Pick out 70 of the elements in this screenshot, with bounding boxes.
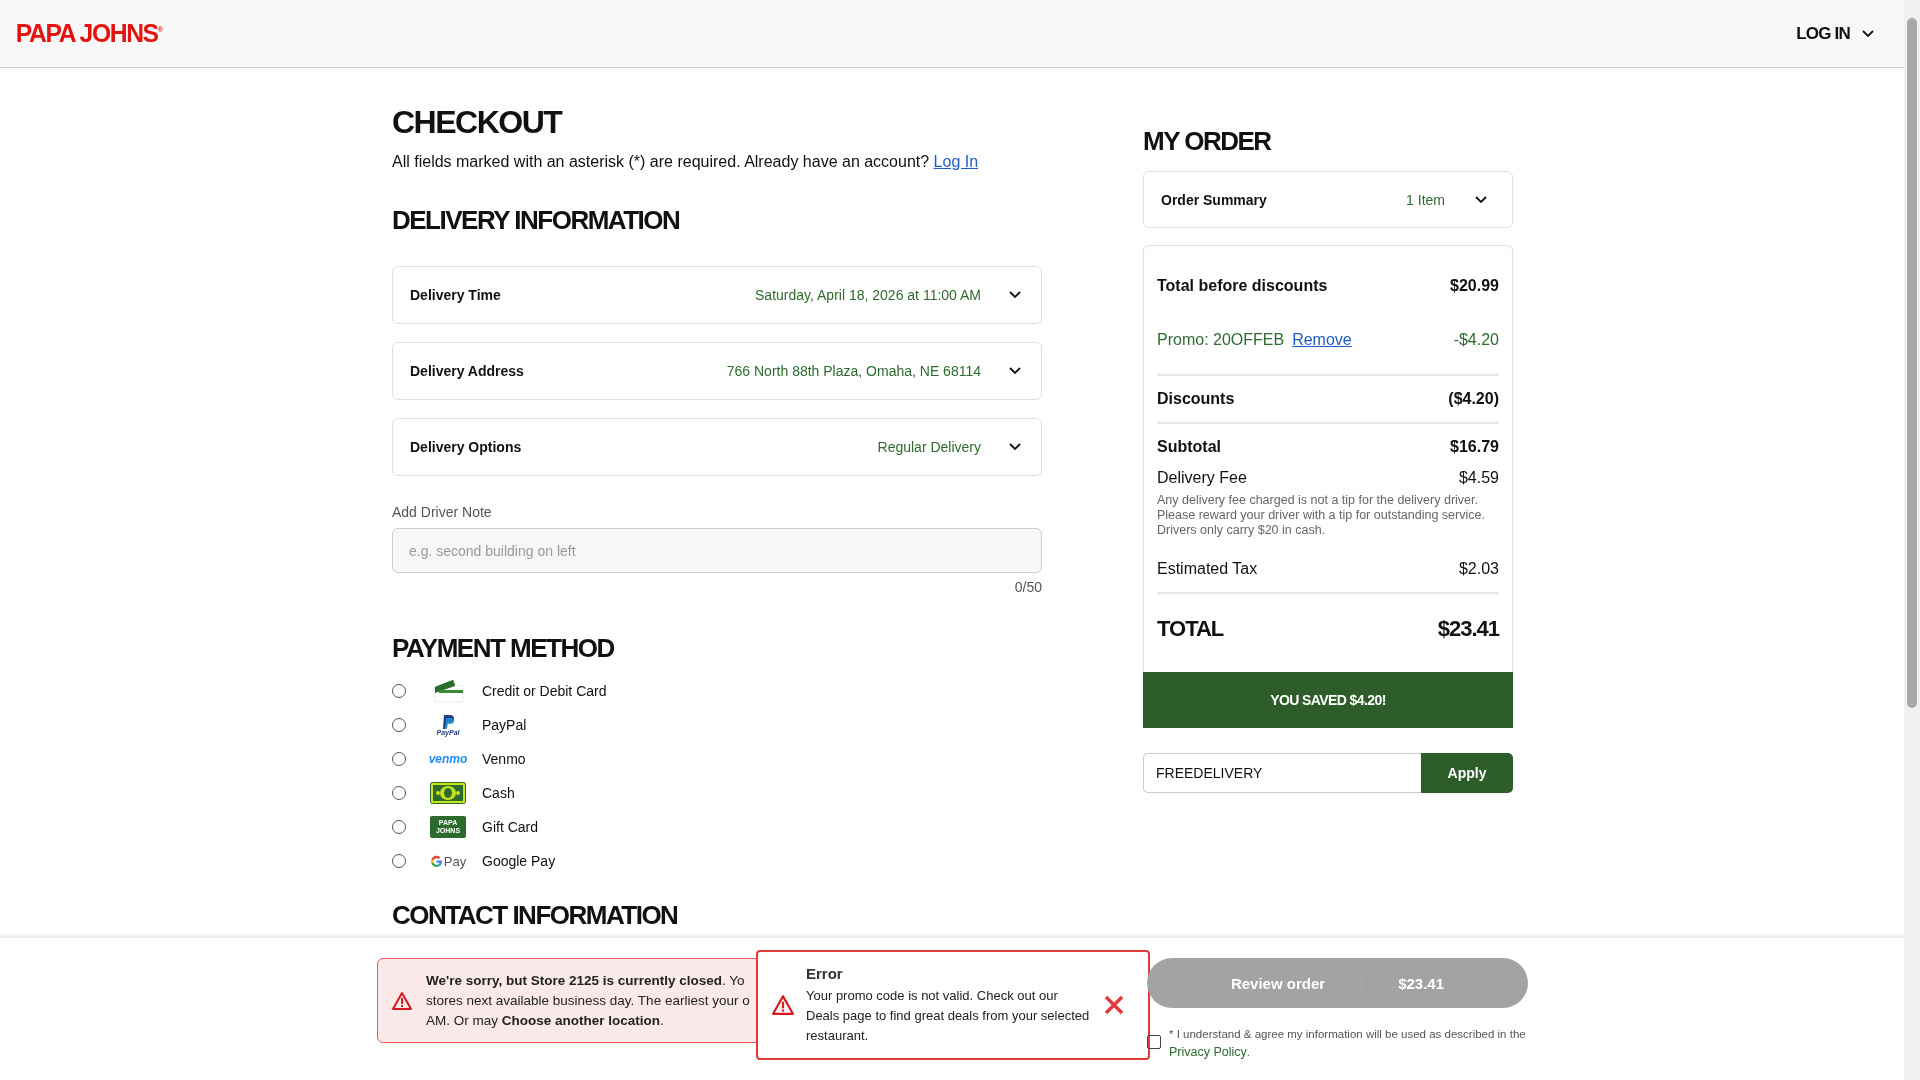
chevron-down-icon [1862, 29, 1874, 38]
payment-option-label: Google Pay [482, 853, 556, 869]
google-pay-logo: Pay [429, 853, 467, 869]
row-label: Order Summary [1161, 191, 1268, 208]
row-value: Regular Delivery [877, 439, 981, 455]
logo[interactable]: PAPA JOHNS$^{®}$ [15, 18, 162, 49]
login-button[interactable]: LOG IN [1796, 23, 1874, 44]
chevron-down-icon [1009, 367, 1021, 375]
line-label: Discounts [1157, 390, 1236, 408]
consent-text: * I understand & agree my information will be used as described in the Privacy Policy. [1169, 1027, 1527, 1061]
chevron-down-icon [1009, 443, 1021, 451]
payment-option-label: Credit or Debit Card [482, 683, 607, 699]
section-heading: CONTACT INFORMATION [392, 900, 679, 931]
line-label: TOTAL [1157, 616, 1225, 642]
login-link[interactable]: Log In [933, 153, 979, 170]
driver-note-field[interactable]: e.g. second building on left [392, 528, 1042, 573]
consent-checkbox[interactable] [1147, 1035, 1161, 1049]
order-summary-row[interactable]: Order Summary 1 Item [1143, 171, 1513, 228]
section-heading: PAYMENT METHOD [392, 633, 615, 664]
remove-link[interactable]: Remove [1292, 331, 1454, 349]
close-icon[interactable] [1104, 995, 1124, 1015]
field-label: Add Driver Note [392, 504, 493, 520]
delivery-row[interactable]: Delivery Time Saturday, April 18, 2026 at 11:00 AM [392, 266, 1042, 324]
alert-message: We're sorry, but Store 2125 is currently closed. Yo stores next available business day. The earliest your o AM. Or may Choose another location. [426, 971, 750, 1030]
page-title: CHECKOUT [392, 104, 563, 141]
promo-code-field[interactable]: FREEDELIVERY [1143, 753, 1421, 793]
privacy-policy-link[interactable]: Privacy Policy [1169, 1045, 1247, 1059]
section-heading: MY ORDER [1143, 126, 1273, 157]
row-value: 766 North 88th Plaza, Omaha, NE 68114 [726, 363, 981, 379]
line-label: Promo: 20OFFEB [1157, 331, 1285, 349]
line-label: Subtotal [1157, 438, 1222, 456]
row-value: Saturday, April 18, 2026 at 11:00 AM [755, 287, 981, 303]
delivery-row[interactable]: Delivery Options Regular Delivery [392, 418, 1042, 476]
line-amount: $16.79 [1450, 438, 1499, 456]
payment-option-label: Venmo [482, 751, 526, 767]
chevron-down-icon [1009, 291, 1021, 299]
scrollbar[interactable] [1904, 0, 1920, 1080]
item-count: 1 Item [1406, 191, 1445, 208]
g-logo-icon [429, 854, 443, 868]
error-message: Your promo code is not valid. Check out our Deals page to find great deals from your selected restaurant. [806, 986, 1091, 1045]
line-label: Delivery Fee [1157, 469, 1248, 487]
character-count: 0/50 [1013, 579, 1042, 595]
payment-option-label: Cash [482, 785, 515, 801]
fee-note: Any delivery fee charged is not a tip for the delivery driver. Please reward your driver with a tip for outstanding service. Drivers only carry $20 in cash. [1157, 493, 1486, 538]
line-amount: $4.59 [1458, 469, 1499, 487]
row-label: Delivery Time [410, 287, 502, 303]
p-logo-icon [442, 714, 454, 729]
line-label: Estimated Tax [1157, 560, 1259, 578]
line-label: Total before discounts [1157, 277, 1329, 295]
section-heading: DELIVERY INFORMATION [392, 205, 681, 236]
payment-option-label: Gift Card [482, 819, 538, 835]
delivery-row[interactable]: Delivery Address 766 North 88th Plaza, Omaha, NE 68114 [392, 342, 1042, 400]
error-title: Error [806, 964, 844, 982]
savings-banner: YOU SAVED $4.20! [1143, 672, 1513, 728]
warning-icon [392, 991, 412, 1010]
line-amount: $2.03 [1458, 560, 1499, 578]
venmo-logo: venmo [428, 752, 468, 766]
apply-button[interactable]: Apply [1421, 753, 1513, 793]
required-note: All fields marked with an asterisk (*) are required. Already have an account? Log In [392, 153, 980, 171]
line-amount: -$4.20 [1453, 331, 1499, 349]
chevron-down-icon [1475, 195, 1487, 204]
cash-icon [430, 782, 466, 804]
line-amount: ($4.20) [1448, 390, 1499, 408]
row-label: Delivery Options [410, 439, 523, 455]
cards-icon [431, 679, 465, 703]
line-amount: $20.99 [1450, 277, 1499, 295]
row-label: Delivery Address [410, 363, 525, 379]
warning-icon [772, 995, 794, 1015]
payment-option-label: PayPal [482, 717, 527, 733]
line-amount: $23.41 [1437, 616, 1499, 642]
